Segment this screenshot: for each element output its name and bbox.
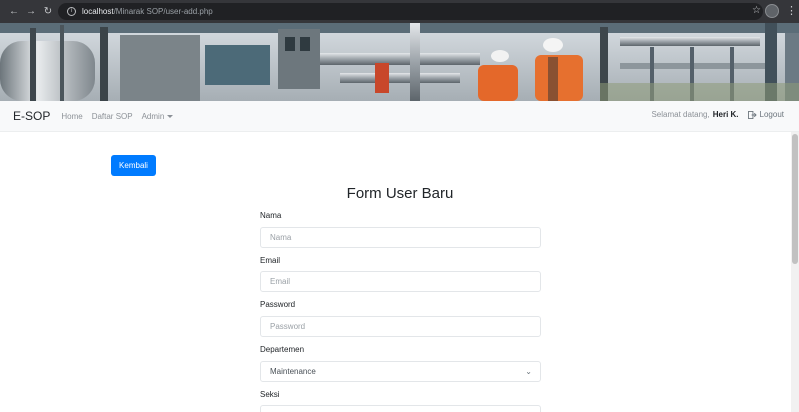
header-banner-image — [0, 23, 799, 101]
url-host: localhost — [82, 7, 114, 16]
seksi-select[interactable] — [260, 405, 541, 412]
logout-icon — [747, 110, 757, 119]
welcome-text: Selamat datang, — [651, 110, 710, 119]
browser-toolbar: ← → ↻ i localhost/Minarak SOP/user-add.p… — [0, 0, 799, 23]
departemen-select[interactable]: Maintenance ⌄ — [260, 361, 541, 382]
navbar: E-SOP Home Daftar SOP Admin Selamat data… — [0, 101, 799, 132]
back-arrow-icon[interactable]: ← — [7, 6, 21, 17]
label-password: Password — [260, 300, 296, 309]
email-input[interactable]: Email — [260, 271, 541, 292]
nav-link-home[interactable]: Home — [61, 112, 82, 121]
logout-label: Logout — [759, 110, 784, 119]
password-input[interactable]: Password — [260, 316, 541, 337]
page-scrollbar[interactable] — [791, 132, 799, 412]
nama-input[interactable]: Nama — [260, 227, 541, 248]
scrollbar-thumb[interactable] — [792, 134, 798, 264]
label-email: Email — [260, 256, 281, 265]
star-icon[interactable]: ☆ — [752, 5, 761, 16]
profile-icon[interactable] — [765, 4, 779, 18]
form-title: Form User Baru — [346, 185, 454, 202]
info-icon[interactable]: i — [67, 7, 76, 16]
nav-dropdown-admin[interactable]: Admin — [142, 112, 174, 121]
caret-down-icon — [167, 114, 174, 118]
chevron-down-icon: ⌄ — [525, 367, 532, 376]
departemen-selected-value: Maintenance — [270, 367, 316, 376]
url-path: /Minarak SOP/user-add.php — [113, 7, 213, 16]
label-departemen: Departemen — [260, 345, 305, 354]
label-nama: Nama — [260, 211, 282, 220]
logout-link[interactable]: Logout — [747, 110, 784, 119]
reload-icon[interactable]: ↻ — [41, 6, 55, 17]
brand-logo[interactable]: E-SOP — [13, 109, 50, 123]
nav-dropdown-admin-label: Admin — [141, 111, 165, 121]
kebab-menu-icon[interactable]: ⋮ — [786, 4, 797, 17]
label-seksi: Seksi — [260, 390, 280, 399]
forward-arrow-icon[interactable]: → — [24, 6, 38, 17]
user-info: Selamat datang, Heri K. Logout — [651, 110, 784, 119]
nav-link-daftar-sop[interactable]: Daftar SOP — [92, 112, 133, 121]
back-button[interactable]: Kembali — [111, 155, 156, 176]
username: Heri K. — [712, 110, 739, 119]
address-bar[interactable]: i localhost/Minarak SOP/user-add.php — [58, 3, 763, 20]
